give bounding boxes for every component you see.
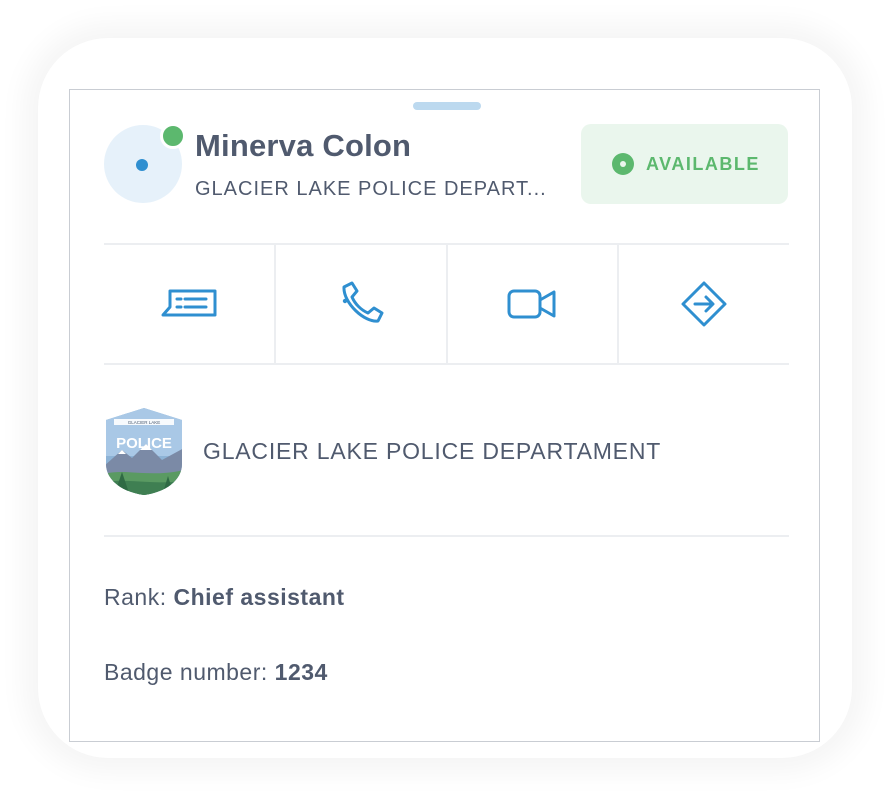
rank-field: Rank: Chief assistant [104, 584, 345, 611]
contact-name: Minerva Colon [195, 128, 412, 163]
status-label: AVAILABLE [646, 153, 760, 174]
police-badge-logo: GLACIER LAKE POLICE [106, 408, 182, 495]
directions-button[interactable] [619, 245, 789, 363]
logo-banner-text: GLACIER LAKE [128, 420, 161, 425]
action-bar [104, 245, 789, 363]
badge-number-label: Badge number: [104, 659, 268, 685]
message-button[interactable] [104, 245, 276, 363]
rank-label: Rank: [104, 584, 167, 610]
department-name: GLACIER LAKE POLICE DEPARTAMENT [203, 437, 662, 464]
directions-icon [681, 281, 727, 327]
status-badge: AVAILABLE [581, 124, 788, 204]
contact-card: Minerva Colon GLACIER LAKE POLICE DEPART… [69, 89, 820, 742]
divider [104, 535, 789, 537]
badge-number-value: 1234 [274, 659, 328, 685]
presence-online-indicator [160, 123, 186, 149]
department-row: GLACIER LAKE POLICE GLACIER LAKE POLICE … [104, 406, 661, 496]
logo-shield-text: POLICE [116, 435, 172, 452]
video-camera-icon [507, 289, 556, 319]
badge-number-field: Badge number: 1234 [104, 659, 328, 686]
drag-handle[interactable] [413, 102, 481, 110]
divider [104, 363, 789, 365]
contact-organization: GLACIER LAKE POLICE DEPART... [195, 178, 547, 200]
call-button[interactable] [276, 245, 448, 363]
avatar-placeholder-dot [136, 159, 148, 171]
rank-value: Chief assistant [173, 584, 345, 610]
message-icon [161, 289, 217, 317]
status-dot-icon [612, 153, 634, 175]
video-call-button[interactable] [448, 245, 620, 363]
phone-icon [342, 281, 384, 323]
